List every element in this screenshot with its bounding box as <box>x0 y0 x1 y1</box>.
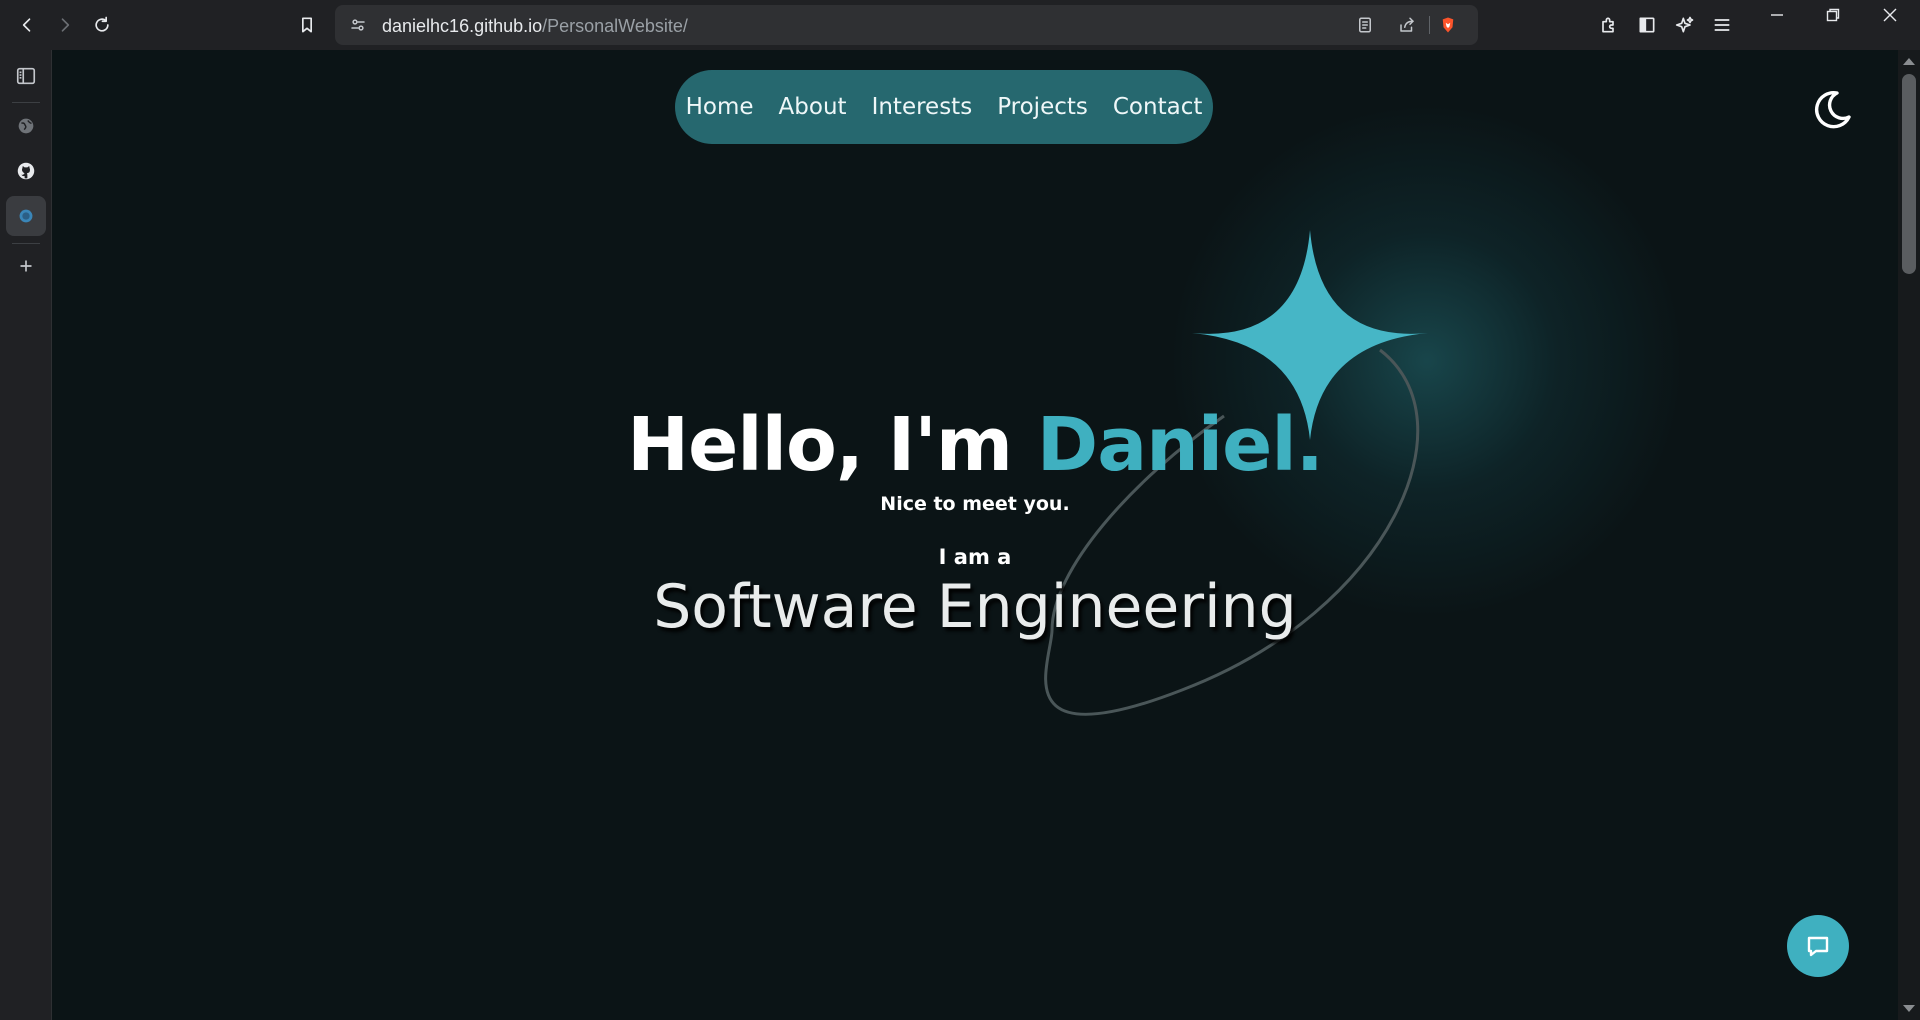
site-settings-button[interactable] <box>341 8 375 42</box>
minimize-icon <box>1771 14 1783 16</box>
reader-mode-icon <box>1359 17 1371 33</box>
github-icon <box>17 162 35 180</box>
reader-mode-button[interactable] <box>1348 8 1382 42</box>
main-nav: Home About Interests Projects Contact <box>675 70 1213 144</box>
sidebar-divider <box>12 243 40 244</box>
nav-home[interactable]: Home <box>686 94 754 120</box>
nav-projects[interactable]: Projects <box>997 94 1088 120</box>
add-icon <box>20 260 32 272</box>
close-icon <box>1883 8 1897 22</box>
sidebar-item-globe[interactable] <box>6 106 46 146</box>
forward-button[interactable] <box>48 8 82 42</box>
sidebar-add-button[interactable] <box>6 246 46 286</box>
sidebar-toggle-icon <box>1639 17 1655 33</box>
browser-sidebar <box>0 50 52 1020</box>
minimize-button[interactable] <box>1749 0 1805 30</box>
sidebar-item-site[interactable] <box>6 196 46 236</box>
browser-toolbar: danielhc16.github.io/PersonalWebsite/ <box>0 0 1920 50</box>
brave-shields-icon <box>1442 17 1454 33</box>
sidebar-divider <box>12 102 40 103</box>
menu-button[interactable] <box>1705 8 1739 42</box>
bookmark-icon <box>302 17 312 33</box>
bookmark-button[interactable] <box>290 8 324 42</box>
url-host: danielhc16.github.io <box>382 16 543 36</box>
globe-icon <box>18 118 34 134</box>
scroll-thumb[interactable] <box>1902 74 1916 274</box>
share-button[interactable] <box>1390 8 1424 42</box>
hero-role: Software Engineering <box>653 572 1297 642</box>
site-settings-icon <box>351 19 365 31</box>
sidebar-panel-button[interactable] <box>6 56 46 96</box>
menu-icon <box>1714 19 1730 31</box>
page-viewport: Home About Interests Projects Contact He… <box>52 50 1898 1020</box>
forward-icon <box>61 18 70 32</box>
hero-greeting: Hello, I'm <box>627 402 1037 488</box>
nav-about[interactable]: About <box>779 94 847 120</box>
hero-subtitle: Nice to meet you. <box>880 493 1070 515</box>
nav-interests[interactable]: Interests <box>872 94 973 120</box>
chat-icon <box>1807 936 1829 957</box>
site-icon <box>19 209 33 223</box>
back-icon <box>22 18 31 32</box>
address-bar[interactable]: danielhc16.github.io/PersonalWebsite/ <box>335 5 1478 45</box>
reload-button[interactable] <box>85 8 119 42</box>
scroll-down-arrow[interactable] <box>1903 1005 1915 1012</box>
sidebar-toggle-button[interactable] <box>1630 8 1664 42</box>
page-scrollbar[interactable] <box>1898 50 1920 1020</box>
url-path: /PersonalWebsite/ <box>542 16 688 36</box>
brave-shields-button[interactable] <box>1431 8 1465 42</box>
sidebar-item-github[interactable] <box>6 151 46 191</box>
reload-icon <box>95 16 109 32</box>
url-divider <box>1429 16 1430 34</box>
hero-i-am: I am a <box>938 545 1012 569</box>
restore-icon <box>1826 8 1840 22</box>
extensions-button[interactable] <box>1591 8 1625 42</box>
back-button[interactable] <box>10 8 44 42</box>
leo-ai-icon <box>1675 16 1694 33</box>
share-icon <box>1400 17 1414 32</box>
hero-title: Hello, I'm Daniel. <box>52 402 1898 488</box>
restore-button[interactable] <box>1805 0 1861 30</box>
moon-icon[interactable] <box>1810 88 1854 132</box>
extensions-icon <box>1602 17 1614 33</box>
scroll-up-arrow[interactable] <box>1903 58 1915 65</box>
leo-ai-button[interactable] <box>1668 8 1702 42</box>
decorative-star <box>1044 230 1428 716</box>
sidebar-panel-icon <box>16 67 36 85</box>
nav-contact[interactable]: Contact <box>1113 94 1202 120</box>
chat-button[interactable] <box>1787 915 1849 977</box>
hero-name: Daniel. <box>1036 402 1324 488</box>
close-window-button[interactable] <box>1862 0 1918 30</box>
url-text[interactable]: danielhc16.github.io/PersonalWebsite/ <box>382 16 688 37</box>
